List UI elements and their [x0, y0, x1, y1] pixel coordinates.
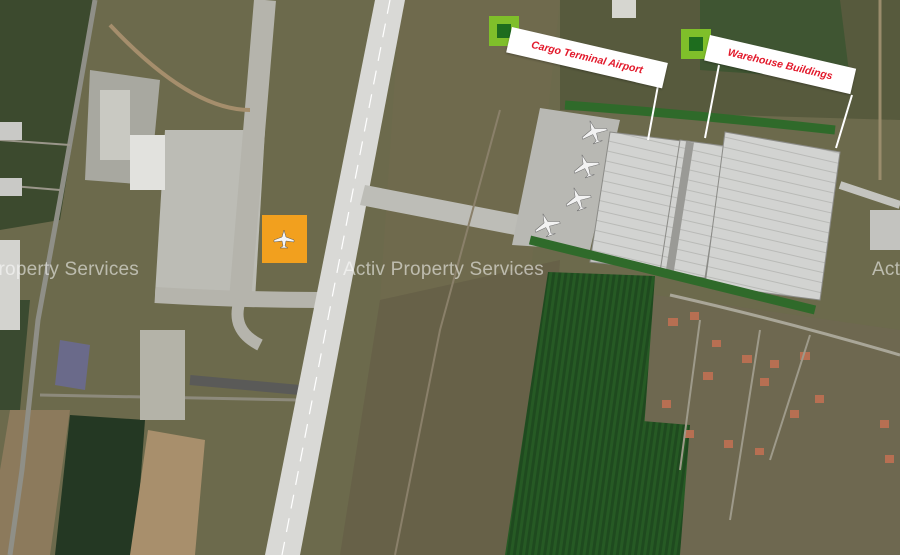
watermark: Activ Property Services — [872, 259, 900, 280]
watermark: Activ Property Services — [0, 259, 139, 280]
satellite-map[interactable]: Activ Property Services Activ Property S… — [0, 0, 900, 555]
watermark: Activ Property Services — [343, 259, 544, 280]
